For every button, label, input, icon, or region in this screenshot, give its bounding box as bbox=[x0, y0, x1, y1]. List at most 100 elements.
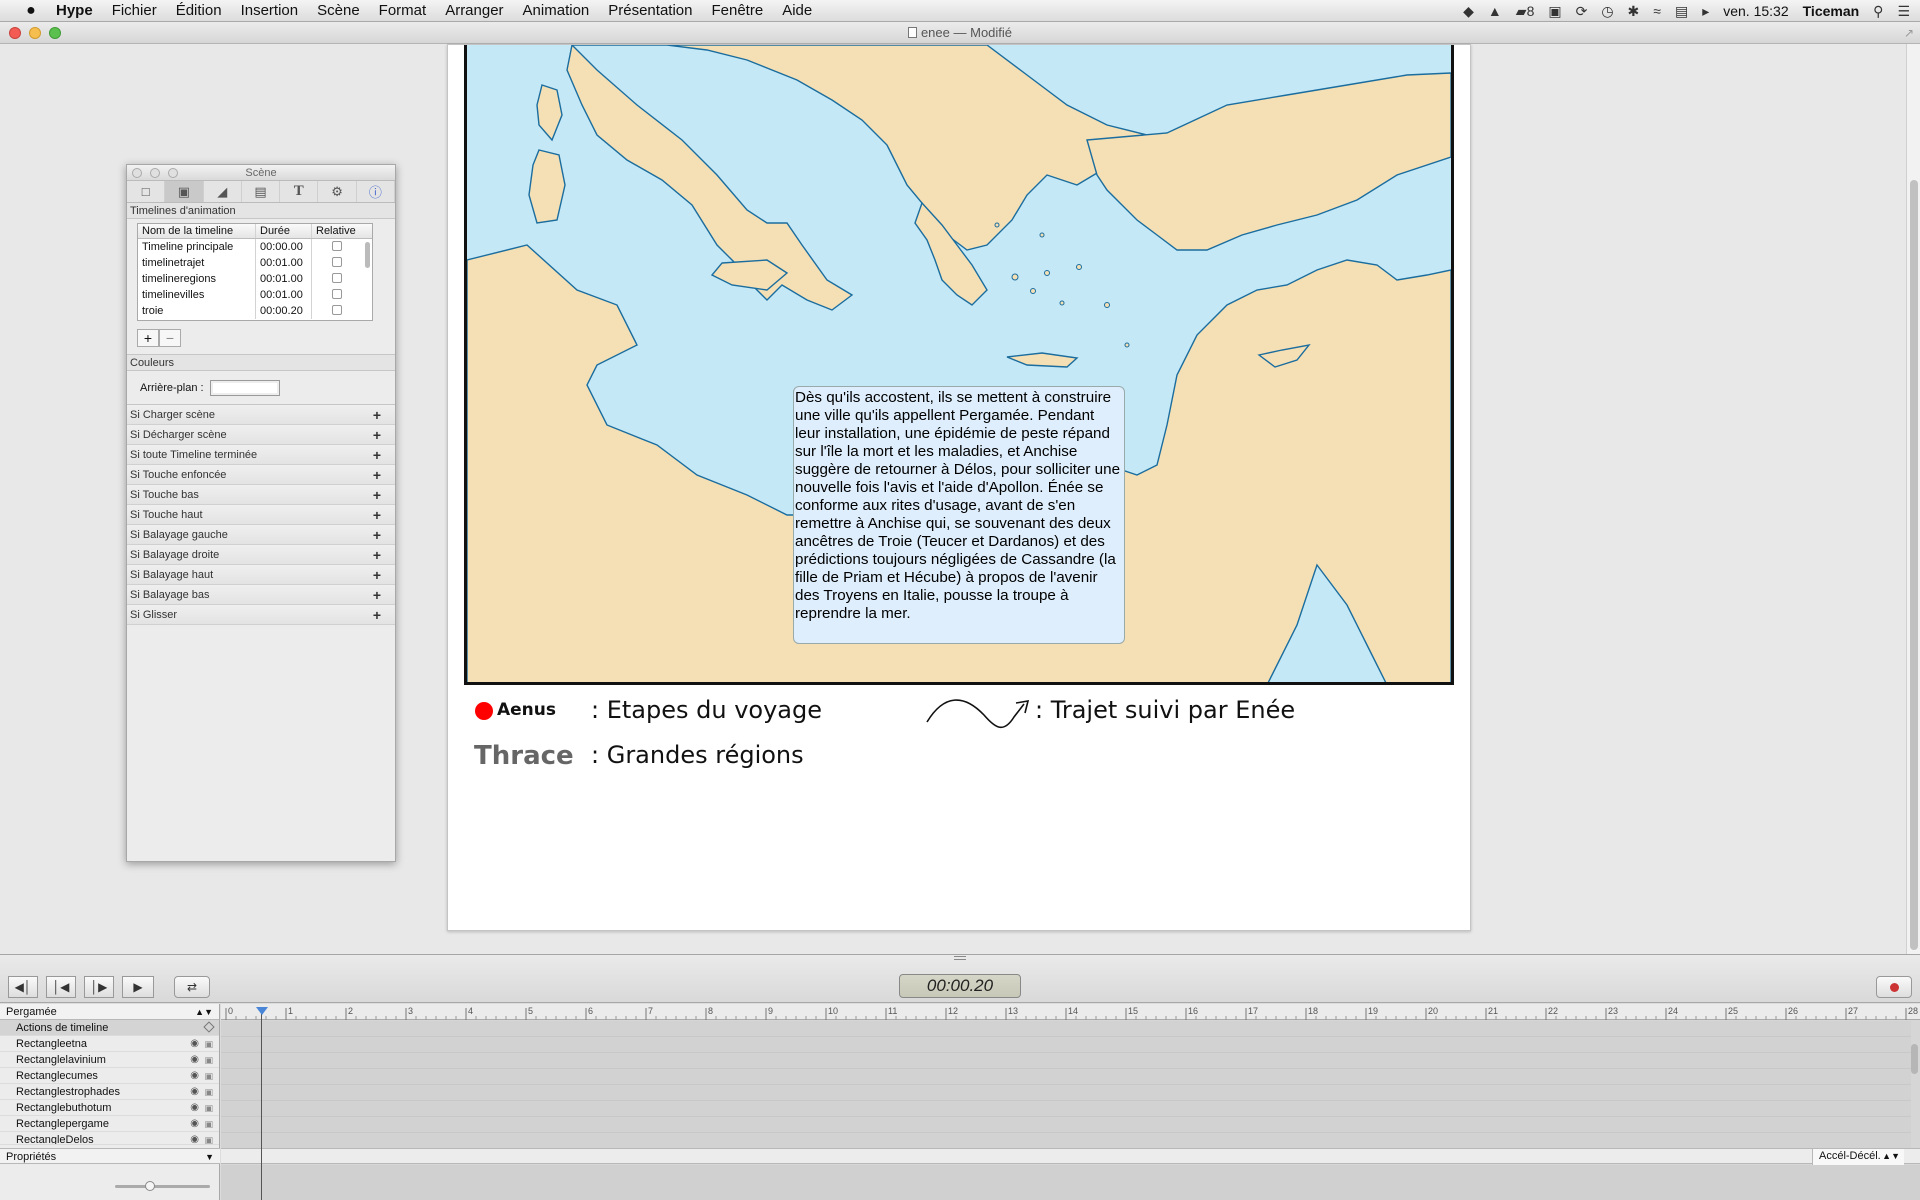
next-frame-button[interactable]: │▶ bbox=[84, 976, 114, 998]
canvas-vertical-scrollbar[interactable] bbox=[1906, 44, 1920, 954]
timeline-row[interactable]: timelinetrajet 00:01.00 bbox=[138, 255, 372, 271]
timeline-ruler[interactable]: 0 1 2 3 4 5 6 7 8 9 10 11 12 13 14 15 16 17 18 19 20 21 22 23 24… bbox=[221, 1004, 1920, 1020]
add-action-icon[interactable]: + bbox=[373, 487, 381, 503]
search-icon[interactable]: ⚲ bbox=[1873, 3, 1883, 20]
add-action-icon[interactable]: + bbox=[373, 587, 381, 603]
event-drag[interactable]: Si Glisser + bbox=[127, 605, 395, 625]
lock-icon[interactable]: ▣ bbox=[204, 1052, 213, 1068]
scene-selector[interactable]: Pergamée ▲▼ bbox=[0, 1004, 219, 1020]
canvas-scroll-thumb[interactable] bbox=[1910, 180, 1918, 950]
column-relative[interactable]: Relative bbox=[312, 224, 362, 238]
story-text-box[interactable]: Dès qu'ils accostent, ils se mettent à c… bbox=[793, 386, 1125, 644]
event-timeline-complete[interactable]: Si toute Timeline terminée + bbox=[127, 445, 395, 465]
add-action-icon[interactable]: + bbox=[373, 607, 381, 623]
menu-insertion[interactable]: Insertion bbox=[241, 2, 299, 19]
menu-animation[interactable]: Animation bbox=[523, 2, 590, 19]
add-action-icon[interactable]: + bbox=[373, 467, 381, 483]
remove-timeline-button[interactable]: − bbox=[159, 329, 181, 347]
legend-region-description[interactable]: : Grandes régions bbox=[591, 741, 804, 769]
adobe-icon[interactable]: ▰8 bbox=[1516, 3, 1535, 20]
timeline-row[interactable]: timelineregions 00:01.00 bbox=[138, 271, 372, 287]
timeline-tracks[interactable]: 0 1 2 3 4 5 6 7 8 9 10 11 12 13 14 15 16 17 18 19 20 21 22 23 24… bbox=[221, 1004, 1920, 1200]
layer-row[interactable]: RectangleDelos ◉ ▣ bbox=[0, 1132, 219, 1145]
menu-user[interactable]: Ticeman bbox=[1803, 3, 1860, 19]
event-key-down[interactable]: Si Touche enfoncée + bbox=[127, 465, 395, 485]
lock-icon[interactable]: ▣ bbox=[204, 1036, 213, 1052]
keyframe-diamond-icon[interactable] bbox=[203, 1021, 215, 1033]
layer-row[interactable]: Rectanglecumes ◉ ▣ bbox=[0, 1068, 219, 1084]
eye-icon[interactable]: ◉ bbox=[190, 1068, 199, 1084]
lock-icon[interactable]: ▣ bbox=[204, 1116, 213, 1132]
go-to-start-button[interactable]: ◀│ bbox=[8, 976, 38, 998]
menu-format[interactable]: Format bbox=[379, 2, 427, 19]
event-swipe-down[interactable]: Si Balayage bas + bbox=[127, 585, 395, 605]
document-tab-icon[interactable]: □ bbox=[127, 181, 166, 202]
easing-selector[interactable]: Accél-Décél. ▲▼ bbox=[1812, 1149, 1904, 1165]
fullscreen-icon[interactable]: ↗ bbox=[1904, 26, 1914, 40]
menu-edition[interactable]: Édition bbox=[176, 2, 222, 19]
record-button[interactable] bbox=[1876, 976, 1912, 998]
event-swipe-up[interactable]: Si Balayage haut + bbox=[127, 565, 395, 585]
add-action-icon[interactable]: + bbox=[373, 407, 381, 423]
layer-row[interactable]: Rectanglestrophades ◉ ▣ bbox=[0, 1084, 219, 1100]
event-swipe-left[interactable]: Si Balayage gauche + bbox=[127, 525, 395, 545]
wifi-icon[interactable]: ≈ bbox=[1653, 3, 1661, 19]
timeline-row[interactable]: troie 00:00.20 bbox=[138, 303, 372, 319]
inspector-close-button[interactable] bbox=[132, 168, 142, 178]
lock-icon[interactable]: ▣ bbox=[204, 1132, 213, 1144]
layer-row[interactable]: Rectanglelavinium ◉ ▣ bbox=[0, 1052, 219, 1068]
scene-page[interactable]: Dès qu'ils accostent, ils se mettent à c… bbox=[447, 44, 1471, 931]
timeline-row[interactable]: Timeline principale 00:00.00 bbox=[138, 239, 372, 255]
legend-region-sample[interactable]: Thrace bbox=[474, 741, 574, 771]
list-icon[interactable]: ☰ bbox=[1897, 3, 1910, 20]
inspector-zoom-button[interactable] bbox=[168, 168, 178, 178]
add-action-icon[interactable]: + bbox=[373, 447, 381, 463]
mediterranean-map[interactable]: Dès qu'ils accostent, ils se mettent à c… bbox=[464, 45, 1454, 685]
route-arrow-icon[interactable] bbox=[924, 689, 1034, 733]
menu-hype[interactable]: Hype bbox=[56, 2, 93, 19]
menu-clock[interactable]: ven. 15:32 bbox=[1723, 3, 1788, 19]
relative-checkbox[interactable] bbox=[332, 273, 342, 283]
eye-icon[interactable]: ◉ bbox=[190, 1100, 199, 1116]
column-duration[interactable]: Durée bbox=[256, 224, 312, 238]
menu-fenetre[interactable]: Fenêtre bbox=[711, 2, 763, 19]
menu-fichier[interactable]: Fichier bbox=[112, 2, 157, 19]
relative-checkbox[interactable] bbox=[332, 289, 342, 299]
eye-icon[interactable]: ◉ bbox=[190, 1132, 199, 1144]
split-view-handle[interactable] bbox=[954, 956, 966, 960]
zoom-slider-knob[interactable] bbox=[145, 1181, 155, 1191]
menu-presentation[interactable]: Présentation bbox=[608, 2, 692, 19]
eye-icon[interactable]: ◉ bbox=[190, 1084, 199, 1100]
airplay-icon[interactable]: ▣ bbox=[1548, 3, 1561, 20]
metrics-tab-icon[interactable]: ◢ bbox=[204, 181, 242, 202]
tracks-vertical-scrollbar[interactable] bbox=[1911, 1044, 1918, 1074]
menu-scene[interactable]: Scène bbox=[317, 2, 360, 19]
dropbox-icon[interactable]: ◆ bbox=[1463, 3, 1474, 20]
add-action-icon[interactable]: + bbox=[373, 427, 381, 443]
legend-city-description[interactable]: : Etapes du voyage bbox=[591, 696, 822, 724]
time-machine-icon[interactable]: ◷ bbox=[1601, 3, 1613, 20]
scene-tab-icon[interactable]: ▣ bbox=[165, 181, 204, 202]
background-color-well[interactable] bbox=[209, 379, 280, 396]
eye-icon[interactable]: ◉ bbox=[190, 1116, 199, 1132]
timeline-actions-row[interactable]: Actions de timeline bbox=[0, 1020, 219, 1036]
column-timeline-name[interactable]: Nom de la timeline bbox=[138, 224, 256, 238]
volume-icon[interactable]: ▸ bbox=[1702, 3, 1709, 20]
add-action-icon[interactable]: + bbox=[373, 527, 381, 543]
lock-icon[interactable]: ▣ bbox=[204, 1100, 213, 1116]
tracks-horizontal-scrollbar[interactable] bbox=[221, 1148, 1920, 1164]
loop-button[interactable]: ⇄ bbox=[174, 976, 210, 998]
colors-section-header[interactable]: Couleurs bbox=[127, 355, 395, 371]
previous-frame-button[interactable]: │◀ bbox=[46, 976, 76, 998]
timeline-row[interactable]: timelinevilles 00:01.00 bbox=[138, 287, 372, 303]
timeline-zoom-slider[interactable] bbox=[115, 1181, 210, 1191]
event-swipe-right[interactable]: Si Balayage droite + bbox=[127, 545, 395, 565]
keyboard-icon[interactable]: ▤ bbox=[1675, 3, 1688, 20]
eye-icon[interactable]: ◉ bbox=[190, 1052, 199, 1068]
properties-selector[interactable]: Propriétés ▼ bbox=[0, 1148, 220, 1164]
sync-icon[interactable]: ⟳ bbox=[1576, 3, 1588, 20]
track-rows[interactable] bbox=[221, 1021, 1911, 1148]
playhead-handle[interactable] bbox=[256, 1007, 268, 1015]
info-tab-icon[interactable]: ⓘ bbox=[357, 181, 395, 202]
add-action-icon[interactable]: + bbox=[373, 507, 381, 523]
